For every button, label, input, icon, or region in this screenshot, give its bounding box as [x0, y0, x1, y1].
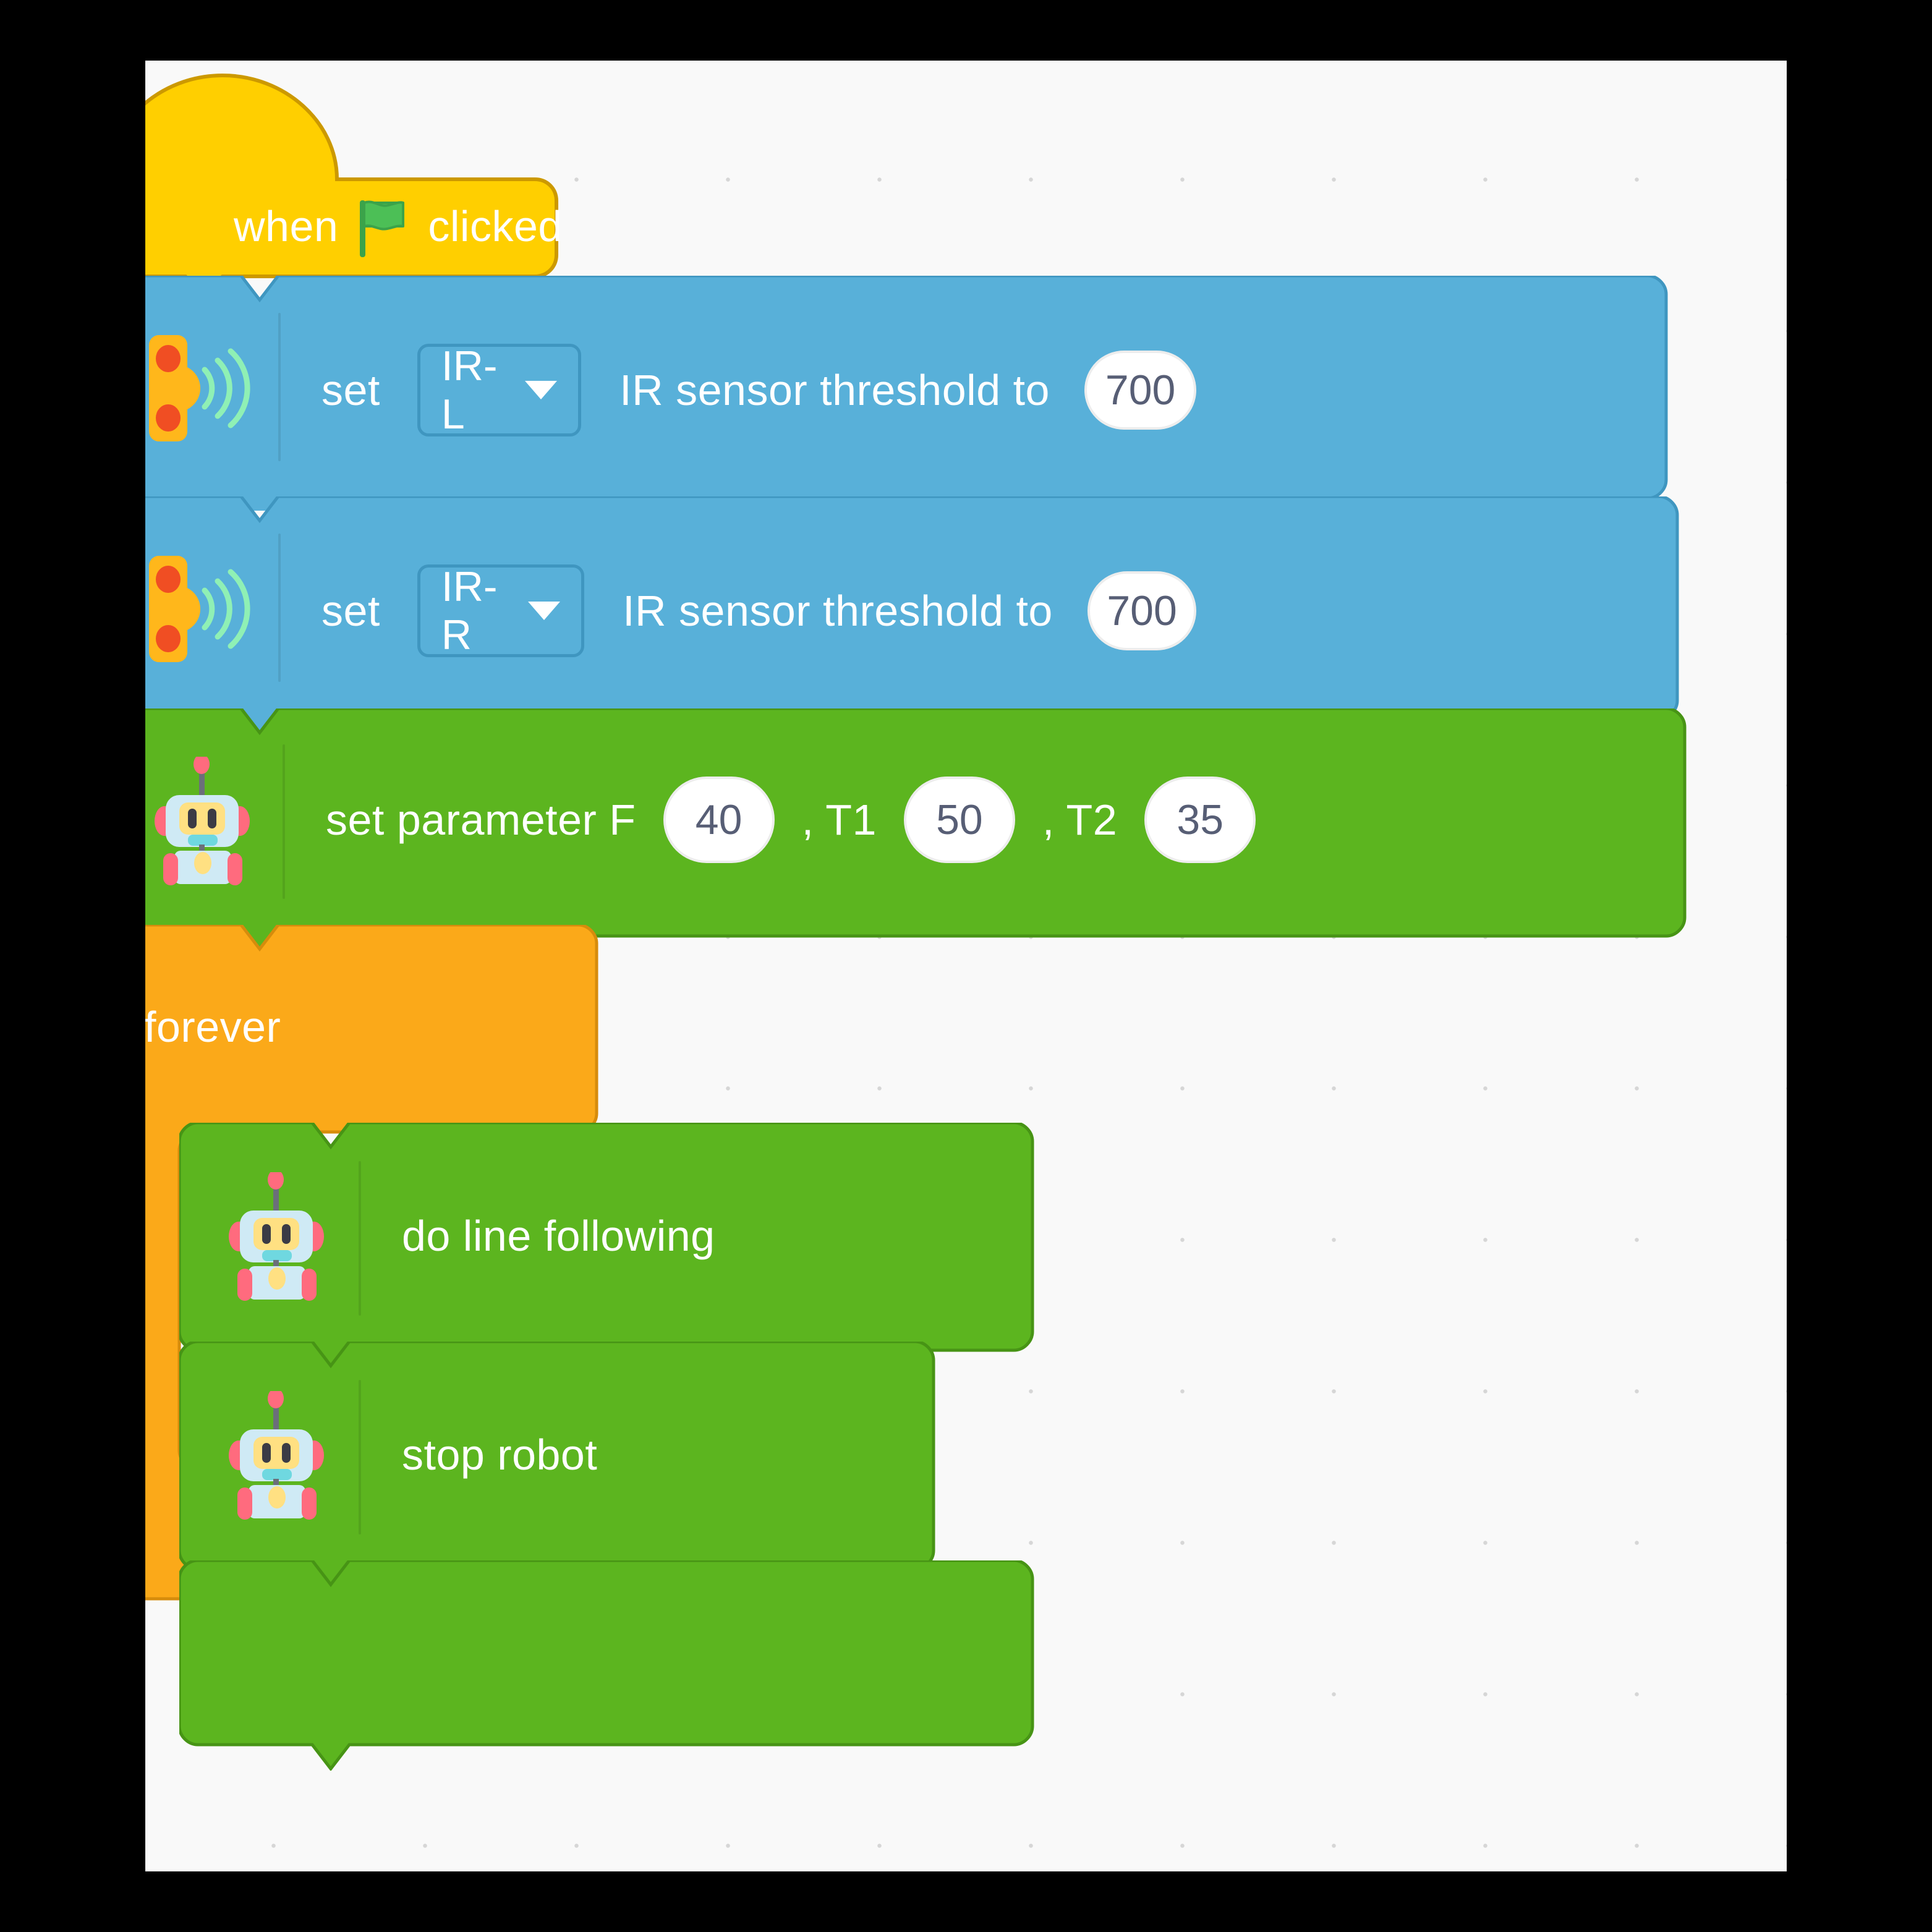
robot-icon [221, 1170, 333, 1305]
hat-block-shape [145, 73, 558, 304]
chevron-down-icon [528, 602, 561, 620]
parameter-t2-label: , T2 [1042, 796, 1118, 844]
chevron-down-icon [525, 381, 558, 399]
ir-sensor-icon [145, 547, 264, 674]
ir-sensor-select-value: IR-L [441, 343, 498, 438]
parameter-t1-label: , T1 [801, 796, 877, 844]
threshold-value-input[interactable]: 700 [1084, 351, 1197, 430]
set-label: set [321, 587, 380, 635]
hat-suffix-label: clicked [428, 202, 563, 250]
ir-sensor-icon [145, 326, 264, 453]
parameter-f-input[interactable]: 40 [663, 777, 775, 863]
parameter-t2-input[interactable]: 35 [1144, 777, 1256, 863]
ir-sensor-select[interactable]: IR-R [417, 563, 585, 658]
forever-label: forever [145, 1003, 281, 1051]
threshold-value-input[interactable]: 700 [1087, 571, 1197, 650]
set-parameter-f-label: set parameter F [326, 796, 636, 844]
block-shape [179, 1560, 1034, 1771]
green-flag-icon [360, 200, 406, 257]
robot-icon [221, 1389, 333, 1524]
do-line-following-label: do line following [402, 1212, 715, 1260]
threshold-label: IR sensor threshold to [619, 366, 1050, 414]
parameter-t1-input[interactable]: 50 [903, 777, 1015, 863]
robot-icon [147, 754, 258, 890]
ir-sensor-select[interactable]: IR-L [417, 343, 582, 438]
set-label: set [321, 366, 380, 414]
stop-robot-label: stop robot [402, 1431, 598, 1479]
when-flag-clicked-hat-block[interactable]: when clicked [145, 61, 578, 304]
ir-sensor-select-value: IR-R [441, 563, 498, 658]
hat-prefix-label: when [234, 202, 339, 250]
threshold-label: IR sensor threshold to [623, 587, 1053, 635]
blocks-workspace-canvas[interactable]: when clicked set IR-L IR sensor threshol… [145, 61, 1787, 1871]
